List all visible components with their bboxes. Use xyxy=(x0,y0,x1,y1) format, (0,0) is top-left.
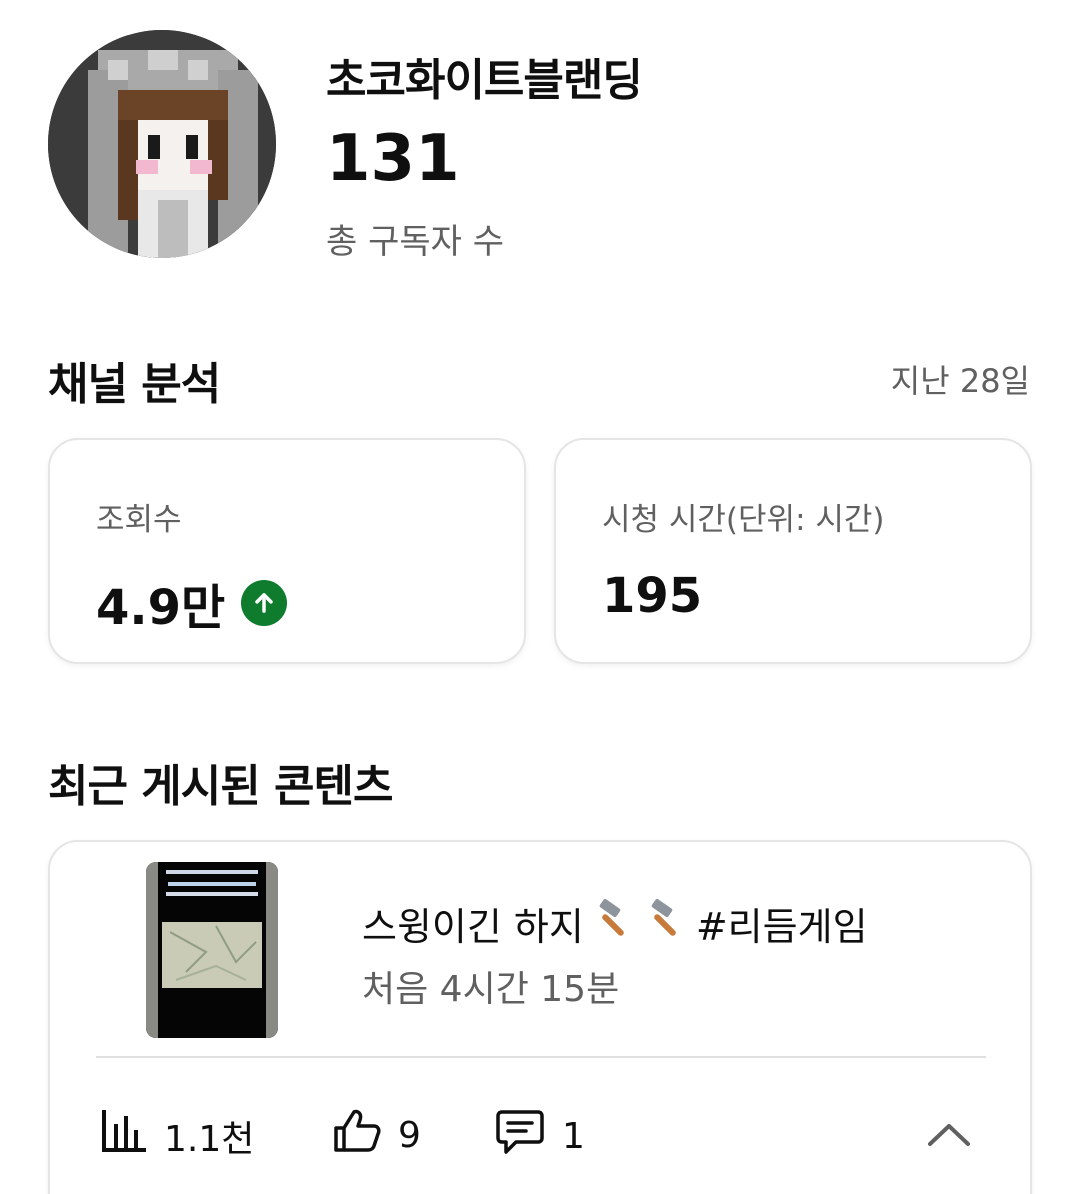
watch-time-value: 195 xyxy=(602,568,703,624)
watch-time-card[interactable]: 시청 시간(단위: 시간) 195 xyxy=(554,438,1032,664)
channel-name: 초코화이트블랜딩 xyxy=(326,55,643,106)
video-hashtag[interactable]: #리듬게임 xyxy=(696,896,868,951)
video-first-period: 처음 4시간 15분 xyxy=(362,969,620,1010)
watch-time-value-row: 195 xyxy=(602,568,702,624)
likes-metric[interactable]: 9 xyxy=(332,1108,421,1163)
thumbs-up-icon xyxy=(332,1108,382,1163)
video-title-row[interactable]: 스윙이긴 하지 #리듬게임 xyxy=(362,896,868,951)
analytics-period[interactable]: 지난 28일 xyxy=(891,356,1030,402)
comments-metric-value: 1 xyxy=(562,1116,585,1157)
recent-content-title: 최근 게시된 콘텐츠 xyxy=(48,761,393,812)
views-metric[interactable]: 1.1천 xyxy=(100,1108,254,1163)
chevron-up-icon[interactable] xyxy=(924,1110,974,1160)
likes-metric-value: 9 xyxy=(398,1115,421,1156)
views-value-row: 4.9만 xyxy=(96,568,288,638)
pixel-avatar-image xyxy=(48,30,276,258)
video-thumbnail[interactable] xyxy=(146,862,278,1038)
comment-icon xyxy=(494,1108,546,1165)
subscriber-count-label: 총 구독자 수 xyxy=(326,222,505,262)
thumbnail-image xyxy=(146,862,278,1038)
divider xyxy=(96,1056,986,1058)
views-card[interactable]: 조회수 4.9만 xyxy=(48,438,526,664)
channel-avatar[interactable] xyxy=(48,30,276,258)
subscriber-count: 131 xyxy=(326,122,460,196)
views-label: 조회수 xyxy=(96,502,182,538)
views-value: 4.9만 xyxy=(96,580,226,636)
comments-metric[interactable]: 1 xyxy=(494,1108,585,1165)
arrow-up-circle-icon xyxy=(241,580,288,626)
hammer-icon xyxy=(644,897,688,950)
hammer-icon xyxy=(592,897,636,950)
watch-time-label: 시청 시간(단위: 시간) xyxy=(602,502,885,538)
channel-dashboard: 초코화이트블랜딩 131 총 구독자 수 채널 분석 지난 28일 조회수 4.… xyxy=(0,0,1080,1194)
video-title: 스윙이긴 하지 xyxy=(362,905,584,949)
recent-video-card[interactable]: 스윙이긴 하지 #리듬게임 처음 4시간 15분 1.1천 9 1 xyxy=(48,840,1032,1194)
bar-chart-icon xyxy=(100,1108,148,1163)
analytics-title: 채널 분석 xyxy=(48,359,221,410)
views-metric-value: 1.1천 xyxy=(164,1118,255,1160)
